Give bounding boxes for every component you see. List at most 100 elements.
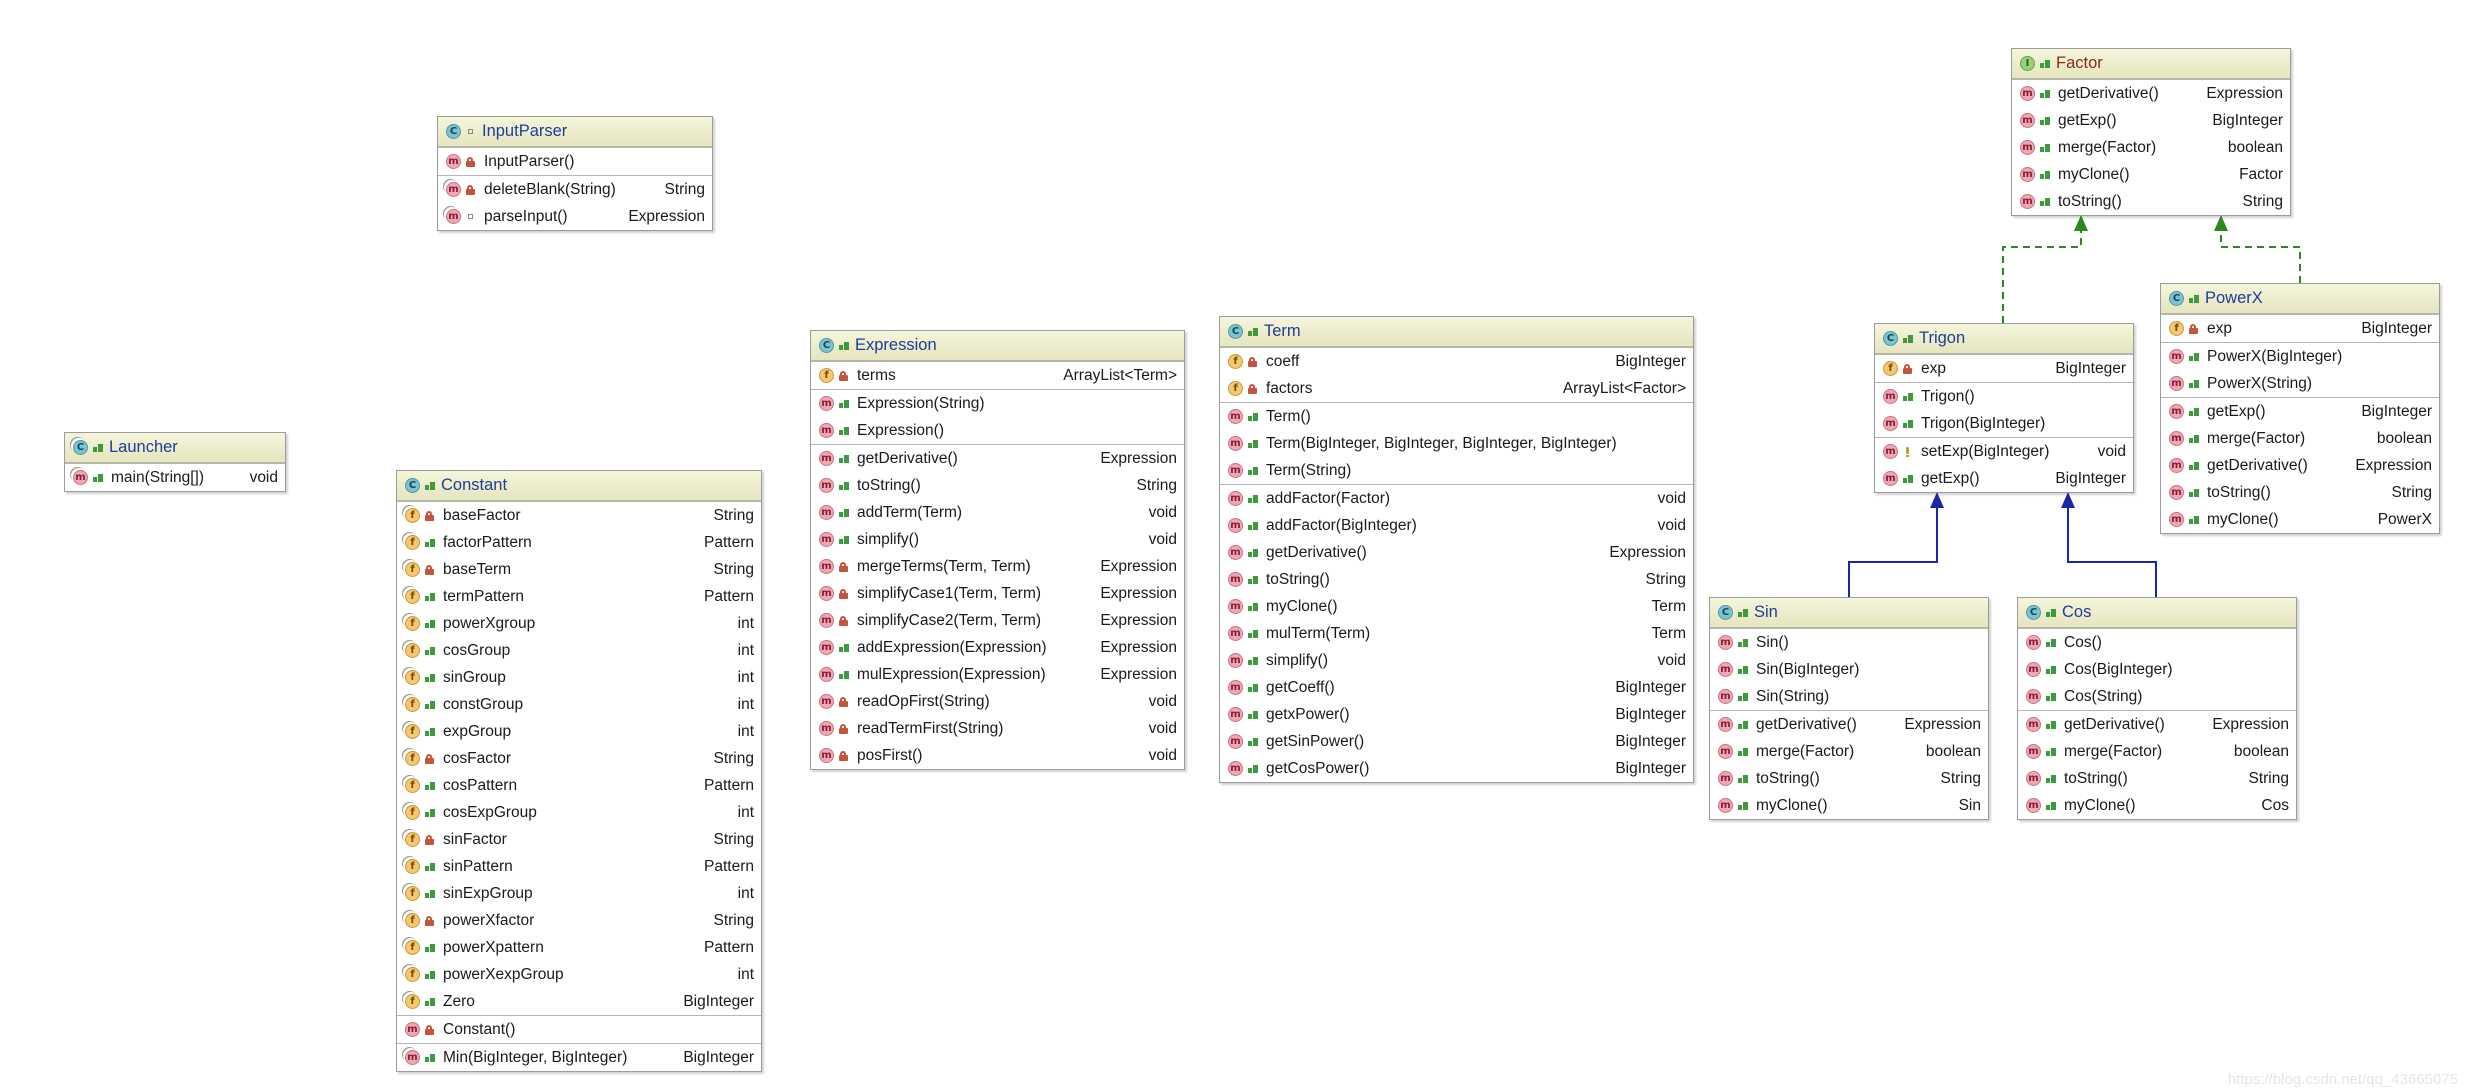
method-row-term[interactable]: m Term() <box>1220 403 1693 430</box>
method-row-getsinpower[interactable]: m getSinPower() BigInteger <box>1220 728 1693 755</box>
method-row-myclone[interactable]: m myClone() Term <box>1220 593 1693 620</box>
method-row-addfactor-biginteger[interactable]: m addFactor(BigInteger) void <box>1220 512 1693 539</box>
method-row-getderivative[interactable]: m getDerivative() Expression <box>811 445 1184 472</box>
method-row-getexp[interactable]: m getExp() BigInteger <box>2161 398 2439 425</box>
field-row-baseterm[interactable]: f baseTerm String <box>397 556 761 583</box>
method-row-deleteblank-string[interactable]: m deleteBlank(String) String <box>438 176 712 203</box>
field-row-termpattern[interactable]: f termPattern Pattern <box>397 583 761 610</box>
class-box-term[interactable]: C Term f coeff BigInteger f factors ArrayList<F… <box>1219 316 1694 783</box>
class-header[interactable]: C PowerX <box>2161 284 2439 314</box>
method-row-getexp[interactable]: m getExp() BigInteger <box>1875 465 2133 492</box>
method-row-setexp-biginteger[interactable]: m setExp(BigInteger) void <box>1875 438 2133 465</box>
method-row-tostring[interactable]: m toString() String <box>1220 566 1693 593</box>
method-row-sin-string[interactable]: m Sin(String) <box>1710 683 1988 710</box>
class-header[interactable]: I Factor <box>2012 49 2290 79</box>
method-row-addterm-term[interactable]: m addTerm(Term) void <box>811 499 1184 526</box>
method-row-cos-biginteger[interactable]: m Cos(BigInteger) <box>2018 656 2296 683</box>
method-row-getderivative[interactable]: m getDerivative() Expression <box>2018 711 2296 738</box>
class-header[interactable]: C Term <box>1220 317 1693 347</box>
class-header[interactable]: C Trigon <box>1875 324 2133 354</box>
field-row-sinexpgroup[interactable]: f sinExpGroup int <box>397 880 761 907</box>
method-row-addfactor-factor[interactable]: m addFactor(Factor) void <box>1220 485 1693 512</box>
method-row-myclone[interactable]: m myClone() Cos <box>2018 792 2296 819</box>
method-row-trigon-biginteger[interactable]: m Trigon(BigInteger) <box>1875 410 2133 437</box>
method-row-addexpression-expression[interactable]: m addExpression(Expression) Expression <box>811 634 1184 661</box>
method-row-multerm-term[interactable]: m mulTerm(Term) Term <box>1220 620 1693 647</box>
method-row-powerx-biginteger[interactable]: m PowerX(BigInteger) <box>2161 343 2439 370</box>
method-row-readtermfirst-string[interactable]: m readTermFirst(String) void <box>811 715 1184 742</box>
method-row-constant[interactable]: m Constant() <box>397 1016 761 1043</box>
class-header[interactable]: C Launcher <box>65 433 285 463</box>
method-row-readopfirst-string[interactable]: m readOpFirst(String) void <box>811 688 1184 715</box>
field-row-coeff[interactable]: f coeff BigInteger <box>1220 348 1693 375</box>
class-header[interactable]: C Expression <box>811 331 1184 361</box>
method-row-expression-string[interactable]: m Expression(String) <box>811 390 1184 417</box>
method-row-myclone[interactable]: m myClone() Factor <box>2012 161 2290 188</box>
method-row-tostring[interactable]: m toString() String <box>2012 188 2290 215</box>
field-row-powerxpattern[interactable]: f powerXpattern Pattern <box>397 934 761 961</box>
method-row-term-string[interactable]: m Term(String) <box>1220 457 1693 484</box>
class-box-powerx[interactable]: C PowerX f exp BigInteger m PowerX(BigInteger)… <box>2160 283 2440 534</box>
field-row-expgroup[interactable]: f expGroup int <box>397 718 761 745</box>
method-row-parseinput[interactable]: m parseInput() Expression <box>438 203 712 230</box>
class-header[interactable]: C Cos <box>2018 598 2296 628</box>
class-box-constant[interactable]: C Constant f baseFactor String f factorPattern… <box>396 470 762 1072</box>
method-row-tostring[interactable]: m toString() String <box>2161 479 2439 506</box>
method-row-getexp[interactable]: m getExp() BigInteger <box>2012 107 2290 134</box>
field-row-cosexpgroup[interactable]: f cosExpGroup int <box>397 799 761 826</box>
method-row-inputparser[interactable]: m InputParser() <box>438 148 712 175</box>
method-row-merge-factor[interactable]: m merge(Factor) boolean <box>2018 738 2296 765</box>
method-row-simplify[interactable]: m simplify() void <box>811 526 1184 553</box>
class-header[interactable]: C InputParser <box>438 117 712 147</box>
class-header[interactable]: C Constant <box>397 471 761 501</box>
method-row-myclone[interactable]: m myClone() PowerX <box>2161 506 2439 533</box>
method-row-getcoeff[interactable]: m getCoeff() BigInteger <box>1220 674 1693 701</box>
generalization-relation-sin-to-trigon[interactable] <box>1848 492 1944 597</box>
method-row-simplifycase1-term-term[interactable]: m simplifyCase1(Term, Term) Expression <box>811 580 1184 607</box>
method-row-mergeterms-term-term[interactable]: m mergeTerms(Term, Term) Expression <box>811 553 1184 580</box>
field-row-exp[interactable]: f exp BigInteger <box>2161 315 2439 342</box>
class-box-expression[interactable]: C Expression f terms ArrayList<Term> m Express… <box>810 330 1185 770</box>
method-row-expression[interactable]: m Expression() <box>811 417 1184 444</box>
field-row-factorpattern[interactable]: f factorPattern Pattern <box>397 529 761 556</box>
realization-relation-trigon-to-factor[interactable] <box>2002 215 2088 323</box>
class-box-trigon[interactable]: C Trigon f exp BigInteger m Trigon() m Trigon(Bi… <box>1874 323 2134 493</box>
field-row-cospattern[interactable]: f cosPattern Pattern <box>397 772 761 799</box>
field-row-powerxfactor[interactable]: f powerXfactor String <box>397 907 761 934</box>
method-row-myclone[interactable]: m myClone() Sin <box>1710 792 1988 819</box>
method-row-getderivative[interactable]: m getDerivative() Expression <box>1220 539 1693 566</box>
class-header[interactable]: C Sin <box>1710 598 1988 628</box>
method-row-trigon[interactable]: m Trigon() <box>1875 383 2133 410</box>
method-row-term-biginteger-biginteger-biginteger-biginteger[interactable]: m Term(BigInteger, BigInteger, BigInteger… <box>1220 430 1693 457</box>
class-box-cos[interactable]: C Cos m Cos() m Cos(BigInteger) m Cos(String) m g… <box>2017 597 2297 820</box>
method-row-tostring[interactable]: m toString() String <box>2018 765 2296 792</box>
method-row-sin-biginteger[interactable]: m Sin(BigInteger) <box>1710 656 1988 683</box>
field-row-cosfactor[interactable]: f cosFactor String <box>397 745 761 772</box>
field-row-exp[interactable]: f exp BigInteger <box>1875 355 2133 382</box>
field-row-constgroup[interactable]: f constGroup int <box>397 691 761 718</box>
field-row-cosgroup[interactable]: f cosGroup int <box>397 637 761 664</box>
field-row-factors[interactable]: f factors ArrayList<Factor> <box>1220 375 1693 402</box>
method-row-cos-string[interactable]: m Cos(String) <box>2018 683 2296 710</box>
method-row-min-biginteger-biginteger[interactable]: m Min(BigInteger, BigInteger) BigInteger <box>397 1044 761 1071</box>
method-row-posfirst[interactable]: m posFirst() void <box>811 742 1184 769</box>
method-row-powerx-string[interactable]: m PowerX(String) <box>2161 370 2439 397</box>
method-row-merge-factor[interactable]: m merge(Factor) boolean <box>1710 738 1988 765</box>
field-row-sinfactor[interactable]: f sinFactor String <box>397 826 761 853</box>
method-row-getderivative[interactable]: m getDerivative() Expression <box>2161 452 2439 479</box>
method-row-main-string[interactable]: m main(String[]) void <box>65 464 285 491</box>
class-box-sin[interactable]: C Sin m Sin() m Sin(BigInteger) m Sin(String) m g… <box>1709 597 1989 820</box>
field-row-powerxgroup[interactable]: f powerXgroup int <box>397 610 761 637</box>
field-row-singroup[interactable]: f sinGroup int <box>397 664 761 691</box>
method-row-getderivative[interactable]: m getDerivative() Expression <box>1710 711 1988 738</box>
method-row-tostring[interactable]: m toString() String <box>1710 765 1988 792</box>
generalization-relation-cos-to-trigon[interactable] <box>2061 492 2157 597</box>
method-row-mulexpression-expression[interactable]: m mulExpression(Expression) Expression <box>811 661 1184 688</box>
method-row-merge-factor[interactable]: m merge(Factor) boolean <box>2012 134 2290 161</box>
class-box-factor[interactable]: I Factor m getDerivative() Expression m getExp… <box>2011 48 2291 216</box>
method-row-merge-factor[interactable]: m merge(Factor) boolean <box>2161 425 2439 452</box>
method-row-getcospower[interactable]: m getCosPower() BigInteger <box>1220 755 1693 782</box>
class-box-inputparser[interactable]: C InputParser m InputParser() m deleteBlank(S… <box>437 116 713 231</box>
method-row-simplifycase2-term-term[interactable]: m simplifyCase2(Term, Term) Expression <box>811 607 1184 634</box>
realization-relation-powerx-to-factor[interactable] <box>2214 215 2301 283</box>
